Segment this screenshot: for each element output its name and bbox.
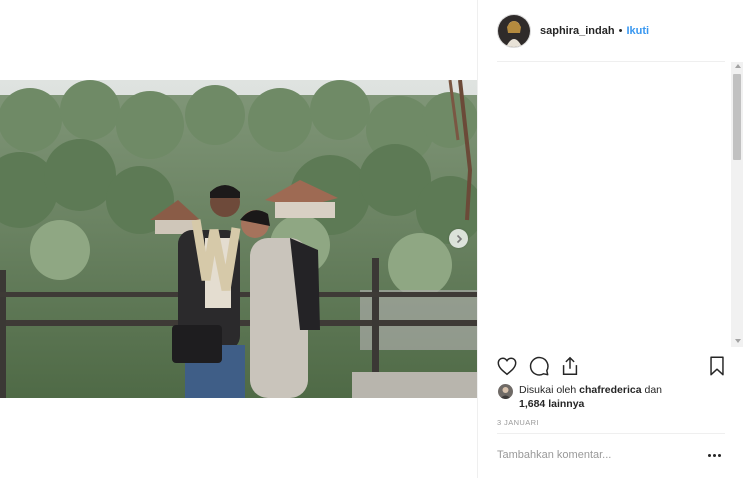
scroll-down-arrow-icon[interactable] xyxy=(735,339,741,343)
dot xyxy=(713,453,716,457)
comment-input[interactable] xyxy=(497,446,697,464)
post-header: saphira_indah • Ikuti xyxy=(497,14,649,48)
save-button[interactable] xyxy=(706,355,728,377)
panel-divider xyxy=(477,0,478,478)
comment-button[interactable] xyxy=(528,355,550,377)
likes-count-link[interactable]: 1,684 lainnya xyxy=(519,398,584,410)
dot xyxy=(718,453,721,457)
action-bar xyxy=(496,355,728,379)
next-photo-button[interactable] xyxy=(449,229,468,248)
scroll-up-arrow-icon[interactable] xyxy=(735,64,741,68)
like-button[interactable] xyxy=(496,355,518,377)
post-photo[interactable] xyxy=(0,80,477,398)
liker-username-link[interactable]: chafrederica xyxy=(579,384,641,396)
comments-list xyxy=(497,62,729,347)
share-icon xyxy=(562,356,578,375)
follow-button[interactable]: Ikuti xyxy=(626,25,649,37)
likes-connector: dan xyxy=(644,384,663,396)
likes-text: Disukai oleh chafrederica dan 1,684 lain… xyxy=(519,383,662,411)
dot xyxy=(708,453,711,457)
likes-summary: Disukai oleh chafrederica dan 1,684 lain… xyxy=(498,383,728,411)
scrollbar-thumb[interactable] xyxy=(733,74,741,160)
comment-bubble-icon xyxy=(529,356,549,376)
share-button[interactable] xyxy=(559,355,581,377)
separator-dot: • xyxy=(618,25,623,37)
heart-icon xyxy=(497,357,517,376)
username-link[interactable]: saphira_indah xyxy=(540,25,615,37)
comment-divider xyxy=(497,433,725,434)
likes-prefix: Disukai oleh xyxy=(519,384,577,396)
post-date[interactable]: 3 JANUARI xyxy=(497,418,539,427)
bookmark-icon xyxy=(710,356,724,376)
more-options-icon[interactable] xyxy=(708,449,726,461)
avatar[interactable] xyxy=(497,14,531,48)
chevron-right-icon xyxy=(456,234,462,243)
liker-avatar[interactable] xyxy=(498,384,513,399)
